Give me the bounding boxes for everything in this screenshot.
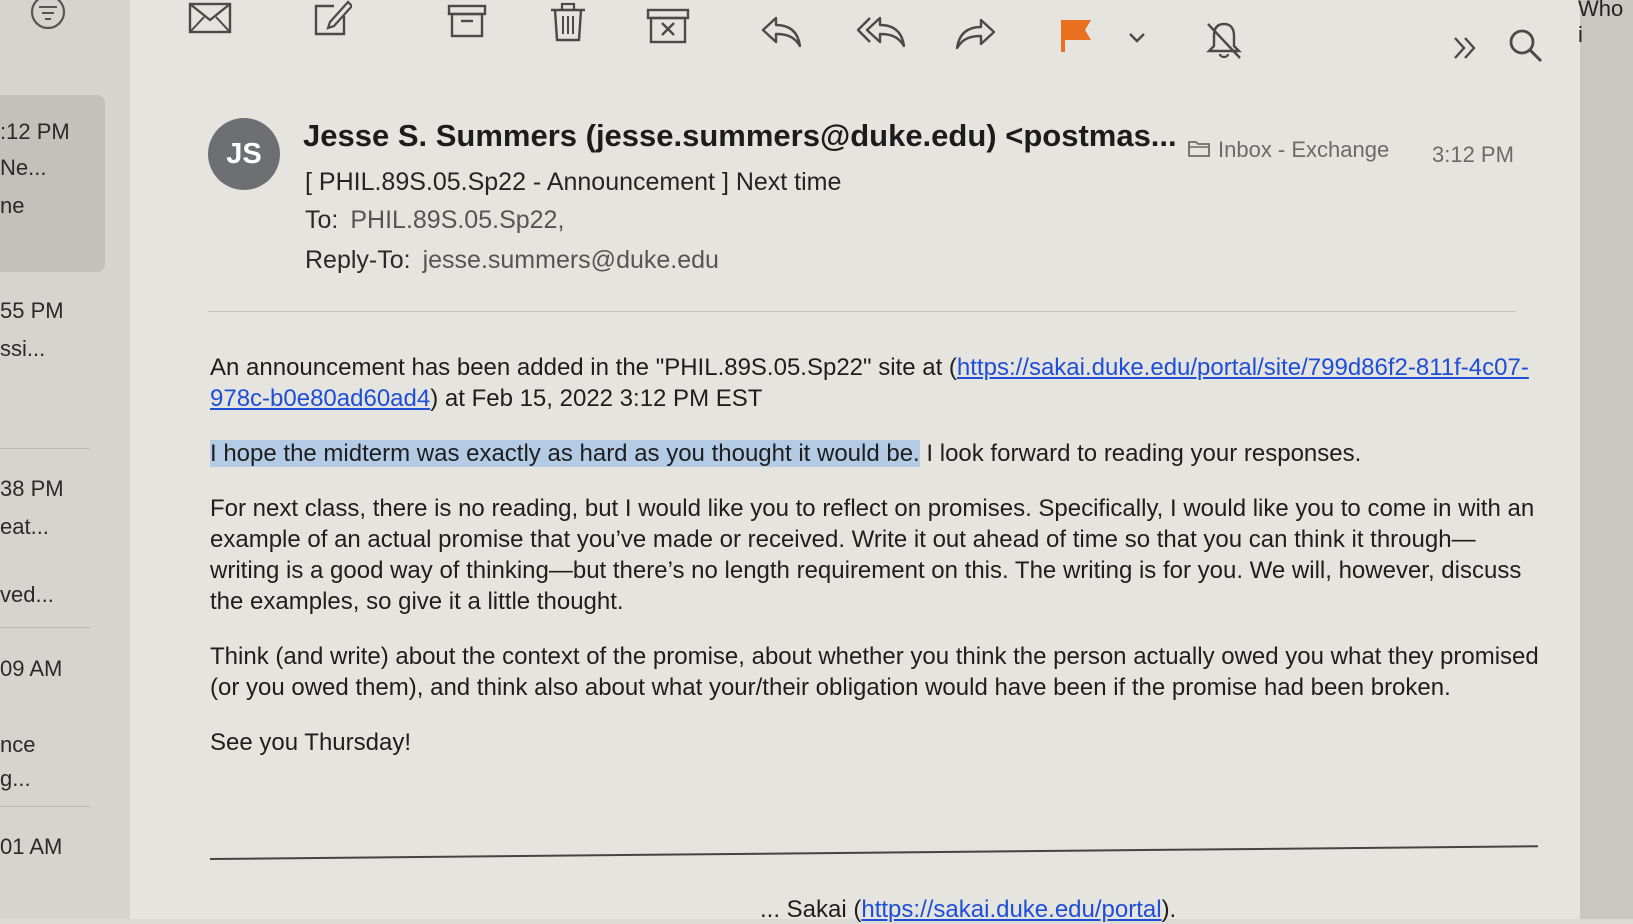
- mail-icon[interactable]: [188, 2, 232, 34]
- reply-to-address[interactable]: jesse.summers@duke.edu: [423, 246, 719, 274]
- sender-name[interactable]: Jesse S. Summers (jesse.summers@duke.edu…: [303, 118, 1177, 154]
- list-divider: [0, 627, 90, 628]
- body-text: An announcement has been added in the "P…: [210, 354, 957, 381]
- junk-icon[interactable]: [646, 8, 690, 44]
- body-paragraph: Think (and write) about the context of t…: [210, 643, 1539, 701]
- avatar: JS: [208, 118, 280, 190]
- list-divider: [0, 806, 90, 807]
- body-paragraph: I hope the midterm was exactly as hard a…: [210, 438, 1540, 469]
- archive-icon[interactable]: [447, 4, 487, 38]
- body-text: I look forward to reading your responses…: [919, 440, 1362, 467]
- mailbox-name: Inbox - Exchange: [1218, 137, 1390, 162]
- message-sender: nce: [0, 732, 36, 757]
- adjacent-pane: Who i: [1578, 0, 1633, 919]
- compose-icon[interactable]: [312, 0, 352, 38]
- message-preview: ved...: [0, 582, 54, 607]
- header-divider: [208, 311, 1516, 312]
- chevron-down-icon[interactable]: [1128, 32, 1146, 44]
- mailbox-label[interactable]: Inbox - Exchange: [1188, 137, 1389, 163]
- message-list: :12 PM Ne... ne 55 PM ssi... 38 PM eat..…: [0, 0, 131, 919]
- message-sender: Ne...: [0, 155, 47, 180]
- message-time: 38 PM: [0, 476, 64, 501]
- to-row: To: PHIL.89S.05.Sp22,: [305, 206, 564, 235]
- reply-to-row: Reply-To: jesse.summers@duke.edu: [305, 246, 719, 275]
- message-time: :12 PM: [0, 119, 70, 144]
- message-list-item[interactable]: 38 PM eat... ved...: [0, 468, 105, 618]
- message-preview: ne: [0, 193, 25, 218]
- body-text: ) at Feb 15, 2022 3:12 PM EST: [430, 385, 763, 412]
- search-icon[interactable]: [1508, 28, 1544, 64]
- message-list-item-selected[interactable]: :12 PM Ne... ne: [0, 95, 105, 272]
- selected-text: I hope the midterm was exactly as hard a…: [210, 440, 920, 467]
- list-divider: [0, 448, 90, 449]
- reply-icon[interactable]: [760, 14, 802, 48]
- message-subject: [ PHIL.89S.05.Sp22 - Announcement ] Next…: [305, 168, 842, 196]
- message-list-item[interactable]: 09 AM nce g...: [0, 648, 105, 798]
- message-time: 3:12 PM: [1432, 142, 1514, 167]
- message-time: 01 AM: [0, 834, 63, 859]
- body-paragraph: An announcement has been added in the "P…: [210, 352, 1540, 414]
- message-preview: g...: [0, 766, 31, 791]
- message-list-item[interactable]: 01 AM: [0, 826, 105, 906]
- message-sender: eat...: [0, 514, 49, 539]
- body-paragraph: See you Thursday!: [210, 729, 412, 756]
- reply-all-icon[interactable]: [856, 14, 906, 48]
- message-time: 55 PM: [0, 298, 64, 323]
- message-sender: ssi...: [0, 336, 46, 361]
- forward-icon[interactable]: [955, 16, 997, 50]
- more-icon[interactable]: [1452, 36, 1478, 60]
- message-body: An announcement has been added in the "P…: [210, 352, 1540, 782]
- trash-icon[interactable]: [549, 2, 587, 42]
- filter-icon[interactable]: [28, 0, 68, 32]
- folder-icon: [1188, 137, 1210, 163]
- reply-to-label: Reply-To:: [305, 246, 411, 274]
- message-list-item[interactable]: 55 PM ssi...: [0, 290, 105, 440]
- to-recipient[interactable]: PHIL.89S.05.Sp22,: [350, 206, 564, 234]
- message-time: 09 AM: [0, 656, 63, 681]
- mute-icon[interactable]: [1204, 20, 1244, 60]
- body-paragraph: For next class, there is no reading, but…: [210, 495, 1535, 615]
- flag-icon[interactable]: [1058, 18, 1094, 54]
- message-footer: ... Sakai (https://sakai.duke.edu/portal…: [760, 896, 1176, 924]
- to-label: To:: [305, 206, 339, 234]
- adjacent-pane-text: Who i: [1578, 0, 1624, 47]
